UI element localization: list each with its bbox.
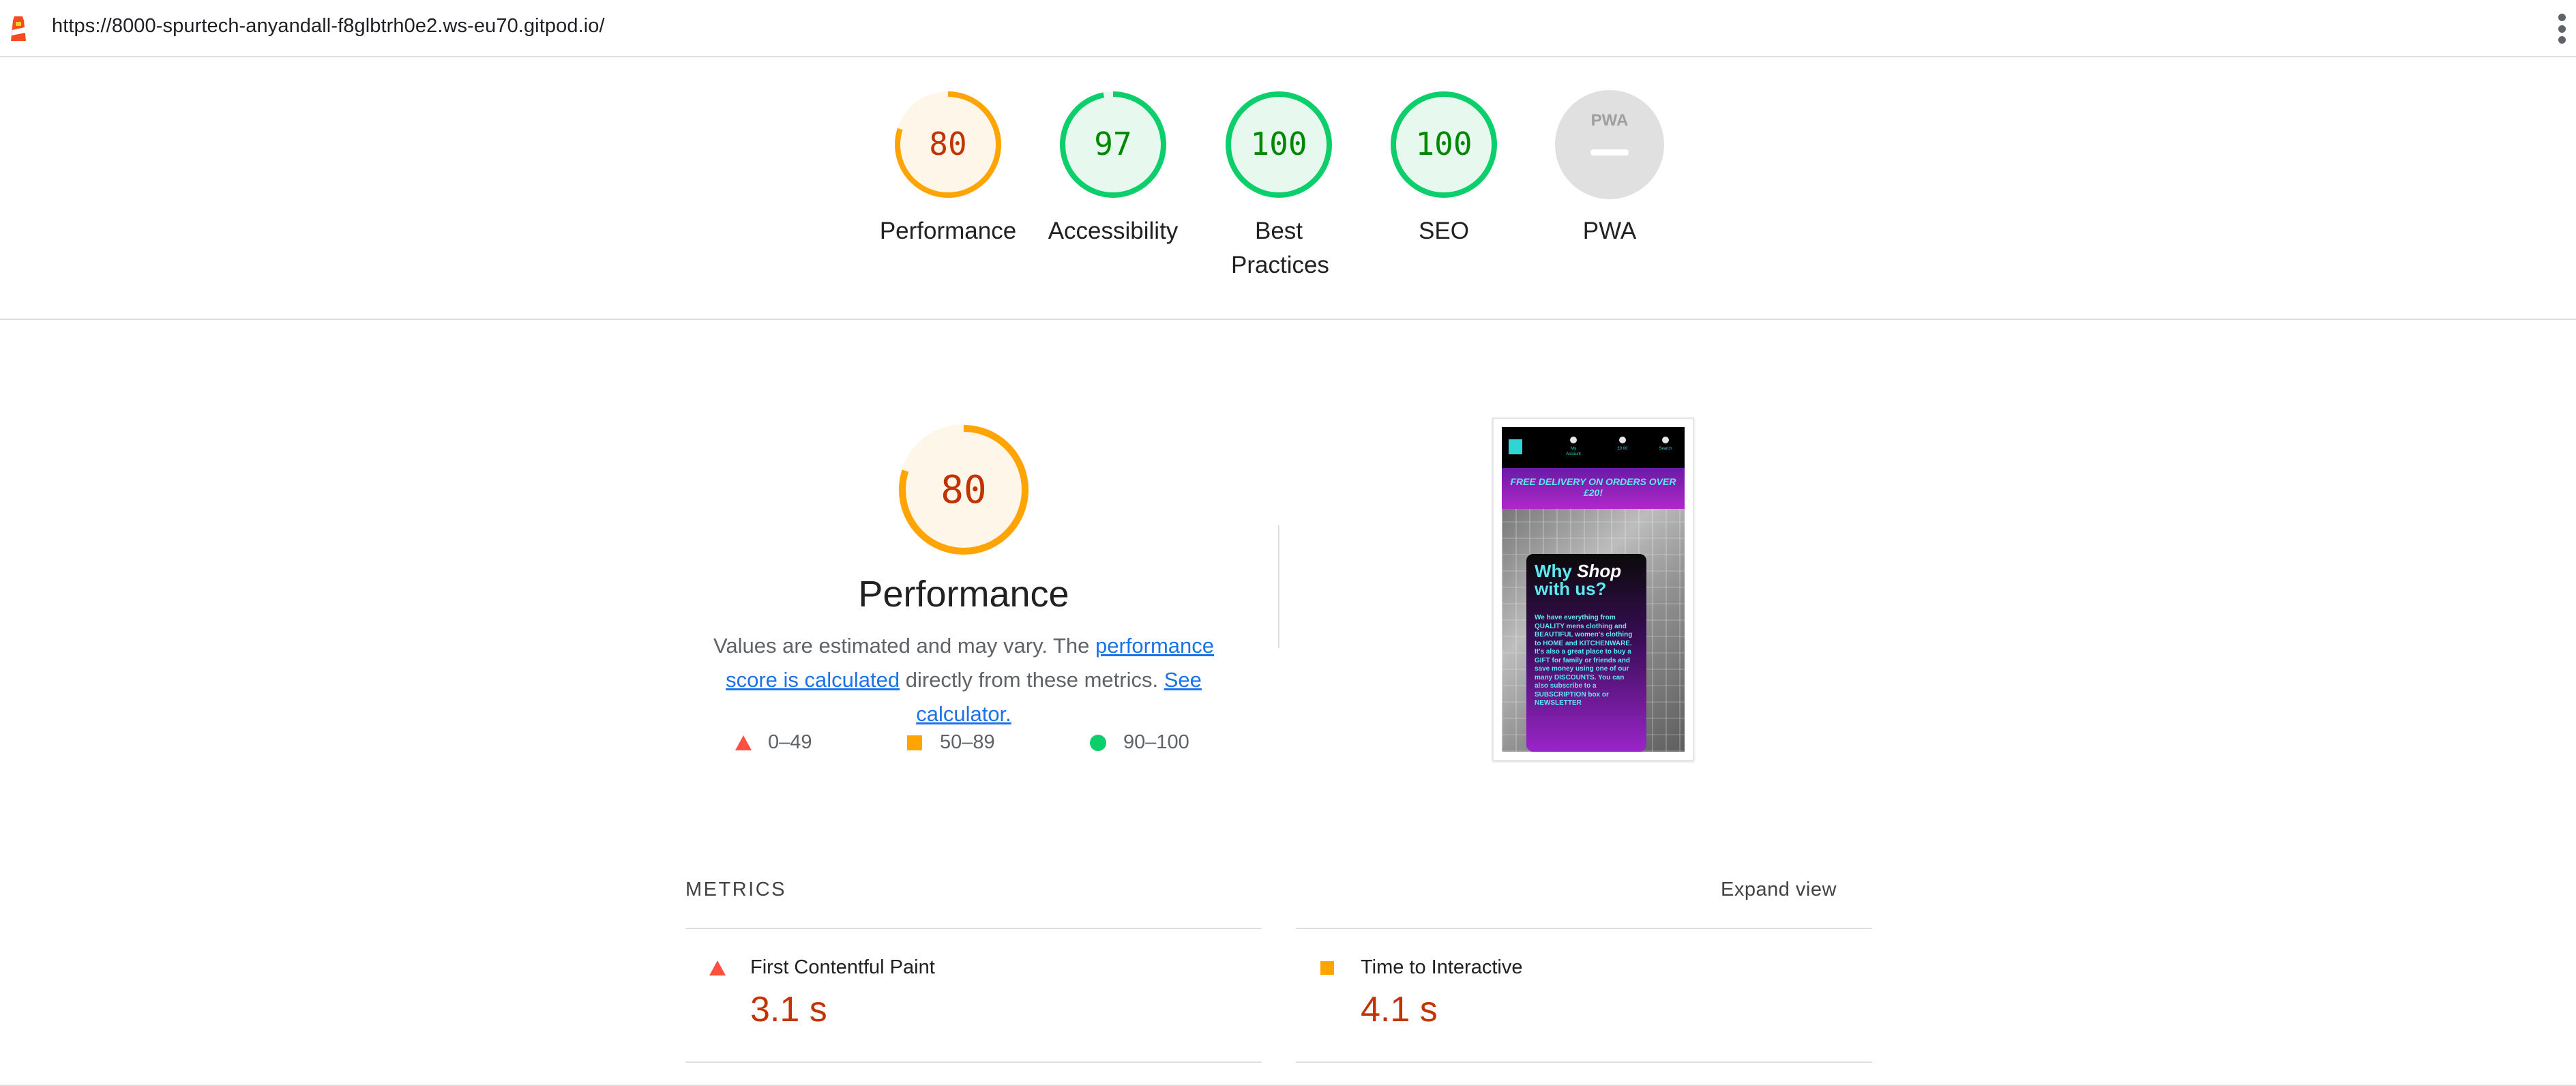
performance-score: 80 bbox=[929, 126, 966, 162]
seo-gauge-icon: 100 bbox=[1391, 91, 1497, 198]
bag-icon bbox=[1619, 437, 1626, 443]
screenshot-nav-item: Search bbox=[1655, 437, 1676, 452]
performance-large-gauge: 80 bbox=[898, 424, 1029, 555]
metric-divider bbox=[685, 1061, 1262, 1063]
legend-range: 50–89 bbox=[940, 731, 995, 753]
gauge-performance[interactable]: 80 Performance bbox=[866, 89, 1030, 248]
gauge-accessibility[interactable]: 97 Accessibility bbox=[1031, 89, 1195, 248]
logo-icon bbox=[1509, 439, 1522, 454]
banner-text: FREE DELIVERY ON ORDERS OVER £20! bbox=[1510, 476, 1676, 498]
average-square-icon bbox=[907, 735, 922, 750]
legend-range: 90–100 bbox=[1123, 731, 1189, 753]
performance-description: Values are estimated and may vary. The p… bbox=[687, 629, 1240, 731]
gauge-label: PWA bbox=[1582, 218, 1637, 244]
metric-divider bbox=[1296, 928, 1872, 929]
gauge-pwa[interactable]: PWA PWA bbox=[1528, 89, 1691, 248]
header-divider bbox=[0, 319, 2576, 320]
screenshot-banner: FREE DELIVERY ON ORDERS OVER £20! bbox=[1502, 468, 1685, 509]
average-square-icon bbox=[1320, 961, 1334, 975]
metric-value-fcp: 3.1 s bbox=[750, 990, 827, 1029]
pwa-badge-text: PWA bbox=[1591, 111, 1629, 130]
search-icon bbox=[1662, 437, 1669, 443]
pwa-dash-icon bbox=[1590, 149, 1629, 156]
best-practices-score: 100 bbox=[1250, 126, 1307, 162]
metric-name-fcp: First Contentful Paint bbox=[750, 956, 935, 978]
account-icon bbox=[1570, 437, 1577, 443]
final-screenshot[interactable]: My Account £0.00 Search FREE DELIVERY ON… bbox=[1492, 417, 1694, 761]
section-divider bbox=[1278, 525, 1279, 648]
lighthouse-logo-icon bbox=[11, 16, 26, 41]
fail-triangle-icon bbox=[735, 735, 752, 750]
performance-large-score: 80 bbox=[941, 468, 986, 512]
accessibility-gauge-icon: 97 bbox=[1060, 91, 1166, 198]
more-options-icon[interactable] bbox=[2557, 14, 2566, 44]
gauge-label: Performance bbox=[879, 218, 1017, 244]
screenshot-nav: My Account £0.00 Search bbox=[1502, 427, 1685, 468]
expand-view-button[interactable]: Expand view bbox=[1721, 879, 1837, 901]
desc-text-2: directly from these metrics. bbox=[900, 668, 1164, 692]
gauge-label: SEO bbox=[1419, 218, 1469, 244]
category-scores: 80 Performance 97 Accessibility 100 Best… bbox=[0, 89, 2576, 321]
metric-divider bbox=[685, 928, 1262, 929]
metrics-heading: METRICS bbox=[685, 879, 786, 900]
screenshot-image: My Account £0.00 Search FREE DELIVERY ON… bbox=[1502, 427, 1685, 752]
screenshot-nav-item: £0.00 bbox=[1612, 437, 1633, 452]
performance-title: Performance bbox=[858, 574, 1069, 615]
metric-name-tti: Time to Interactive bbox=[1361, 956, 1523, 978]
legend-range: 0–49 bbox=[768, 731, 812, 753]
pass-circle-icon bbox=[1090, 734, 1106, 751]
metric-divider bbox=[1296, 1061, 1872, 1063]
best-practices-gauge-icon: 100 bbox=[1226, 91, 1332, 198]
pwa-badge-icon: PWA bbox=[1555, 90, 1664, 199]
gauge-seo[interactable]: 100 SEO bbox=[1362, 89, 1526, 248]
gauge-label: Accessibility bbox=[1048, 218, 1179, 244]
card-title: Why Shop with us? bbox=[1535, 561, 1622, 599]
legend-average: 50–89 bbox=[906, 731, 995, 754]
gauge-label: Best Practices bbox=[1231, 218, 1329, 278]
page-url[interactable]: https://8000-spurtech-anyandall-f8glbtrh… bbox=[52, 15, 605, 38]
address-bar: https://8000-spurtech-anyandall-f8glbtrh… bbox=[0, 0, 2576, 57]
gauge-best-practices[interactable]: 100 Best Practices bbox=[1197, 89, 1361, 282]
performance-gauge-icon: 80 bbox=[895, 91, 1001, 198]
accessibility-score: 97 bbox=[1094, 126, 1131, 162]
desc-text-1: Values are estimated and may vary. The bbox=[713, 634, 1095, 658]
screenshot-nav-item: My Account bbox=[1563, 437, 1584, 457]
metric-value-tti: 4.1 s bbox=[1361, 990, 1438, 1029]
legend-pass: 90–100 bbox=[1089, 731, 1189, 754]
seo-score: 100 bbox=[1415, 126, 1472, 162]
screenshot-card: Why Shop with us? We have everything fro… bbox=[1526, 554, 1646, 752]
fail-triangle-icon bbox=[709, 960, 726, 975]
legend-fail: 0–49 bbox=[734, 731, 812, 754]
card-body: We have everything from QUALITY mens clo… bbox=[1535, 614, 1633, 707]
